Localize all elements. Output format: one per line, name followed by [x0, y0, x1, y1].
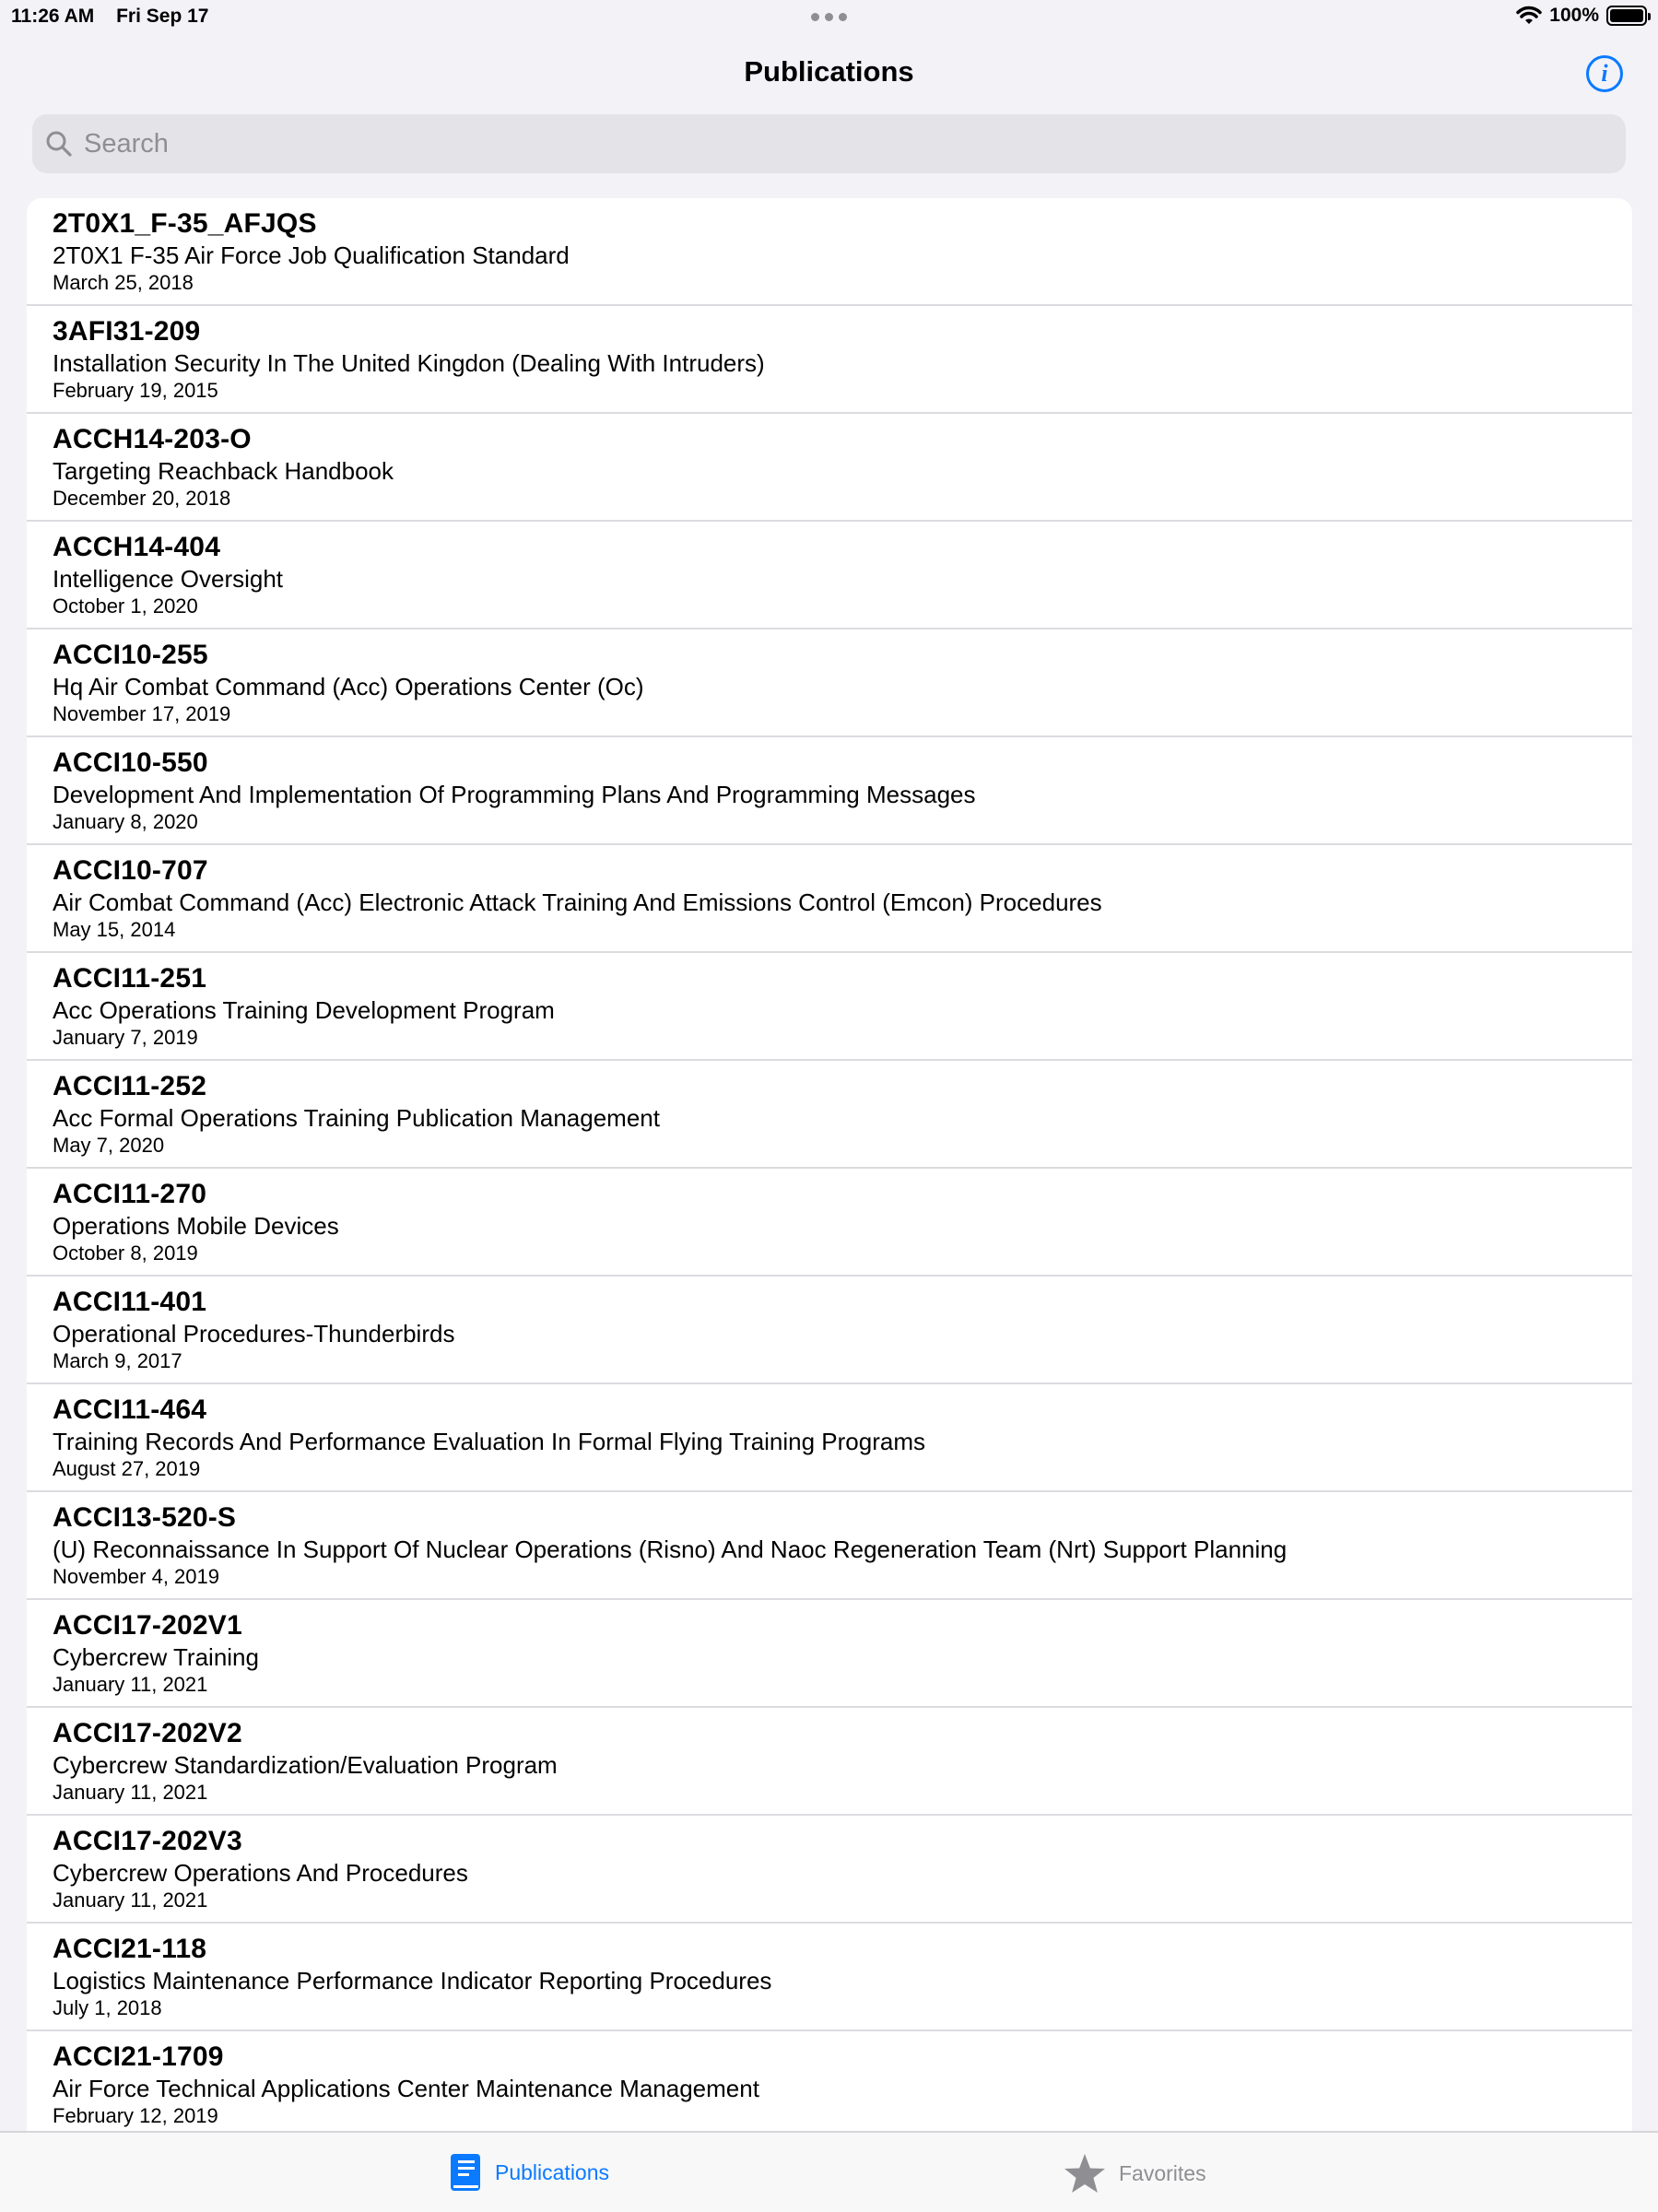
publication-code: ACCH14-404 — [53, 532, 221, 562]
tab-publications-label: Publications — [495, 2159, 610, 2184]
publication-code: ACCI13-520-S — [53, 1502, 237, 1533]
status-time: 11:26 AM — [11, 6, 95, 27]
publication-date: January 11, 2021 — [53, 1888, 208, 1912]
list-item[interactable]: ACCI21-118 Logistics Maintenance Performa… — [27, 1924, 1632, 2031]
info-icon: i — [1601, 60, 1608, 87]
search-icon — [46, 131, 72, 157]
publication-date: May 7, 2020 — [53, 1134, 165, 1157]
publication-title: Installation Security In The United King… — [53, 349, 765, 377]
battery-percent: 100% — [1549, 5, 1599, 26]
publication-date: August 27, 2019 — [53, 1457, 201, 1480]
list-item[interactable]: ACCI13-520-S (U) Reconnaissance In Suppor… — [27, 1492, 1632, 1600]
star-icon — [1064, 2154, 1105, 2193]
publications-list[interactable]: 2T0X1_F-35_AFJQS 2T0X1 F-35 Air Force Job… — [27, 198, 1632, 2131]
search-bar[interactable] — [32, 114, 1626, 173]
list-item[interactable]: 3AFI31-209 Installation Security In The U… — [27, 306, 1632, 414]
list-item[interactable]: ACCI10-550 Development And Implementation… — [27, 737, 1632, 845]
publication-code: ACCI11-464 — [53, 1394, 207, 1425]
publication-title: Cybercrew Operations And Procedures — [53, 1859, 468, 1887]
status-right: 100% — [1516, 5, 1651, 27]
publication-date: November 17, 2019 — [53, 702, 231, 725]
publication-code: ACCI10-550 — [53, 747, 208, 778]
publication-code: ACCI10-255 — [53, 640, 208, 670]
publication-code: ACCI21-118 — [53, 1934, 207, 1964]
publication-title: Operations Mobile Devices — [53, 1212, 339, 1240]
search-input[interactable] — [84, 128, 1558, 159]
list-item[interactable]: ACCI17-202V2 Cybercrew Standardization/Ev… — [27, 1708, 1632, 1816]
status-bar: 11:26 AM Fri Sep 17 100% — [0, 0, 1658, 35]
publication-title: Hq Air Combat Command (Acc) Operations C… — [53, 673, 644, 700]
publication-code: ACCI11-251 — [53, 963, 207, 994]
publication-title: (U) Reconnaissance In Support Of Nuclear… — [53, 1535, 1288, 1563]
publication-title: Air Combat Command (Acc) Electronic Atta… — [53, 888, 1102, 916]
status-left: 11:26 AM Fri Sep 17 — [11, 6, 226, 28]
publication-date: November 4, 2019 — [53, 1565, 219, 1588]
publication-date: January 11, 2021 — [53, 1781, 208, 1804]
list-item[interactable]: ACCI11-251 Acc Operations Training Develo… — [27, 953, 1632, 1061]
page-title: Publications — [744, 55, 914, 88]
list-item[interactable]: ACCI11-252 Acc Formal Operations Training… — [27, 1061, 1632, 1169]
publication-date: May 15, 2014 — [53, 918, 176, 941]
publication-title: Intelligence Oversight — [53, 565, 284, 593]
publication-title: Logistics Maintenance Performance Indica… — [53, 1967, 772, 1994]
list-item[interactable]: ACCI17-202V1 Cybercrew Training January 11… — [27, 1600, 1632, 1708]
publication-code: ACCI11-252 — [53, 1071, 207, 1101]
publication-title: Air Force Technical Applications Center … — [53, 2075, 759, 2102]
tab-publications[interactable]: Publications — [449, 2153, 609, 2192]
publication-date: July 1, 2018 — [53, 1996, 162, 2019]
publication-title: Operational Procedures-Thunderbirds — [53, 1320, 455, 1347]
publication-date: January 8, 2020 — [53, 810, 198, 833]
battery-icon — [1606, 6, 1651, 26]
list-item[interactable]: ACCI11-464 Training Records And Performan… — [27, 1384, 1632, 1492]
list-item[interactable]: ACCI10-255 Hq Air Combat Command (Acc) Op… — [27, 629, 1632, 737]
status-date: Fri Sep 17 — [116, 6, 209, 27]
publication-code: ACCI11-401 — [53, 1287, 207, 1317]
publication-code: ACCI17-202V2 — [53, 1718, 242, 1748]
publication-date: January 11, 2021 — [53, 1673, 208, 1696]
list-item[interactable]: ACCH14-404 Intelligence Oversight October … — [27, 522, 1632, 629]
multitasking-dots-icon[interactable] — [811, 13, 847, 21]
publication-date: January 7, 2019 — [53, 1026, 198, 1049]
publication-title: Cybercrew Standardization/Evaluation Pro… — [53, 1751, 558, 1779]
list-item[interactable]: ACCI11-401 Operational Procedures-Thunder… — [27, 1277, 1632, 1384]
publication-title: Acc Operations Training Development Prog… — [53, 996, 555, 1024]
publication-code: ACCH14-203-O — [53, 424, 252, 454]
publication-date: March 25, 2018 — [53, 271, 194, 294]
publication-date: October 1, 2020 — [53, 594, 198, 618]
publication-date: December 20, 2018 — [53, 487, 231, 510]
publication-code: 2T0X1_F-35_AFJQS — [53, 208, 317, 239]
tab-favorites[interactable]: Favorites — [1064, 2153, 1206, 2194]
list-item[interactable]: ACCI21-1709 Air Force Technical Applicati… — [27, 2031, 1632, 2131]
list-item[interactable]: ACCI17-202V3 Cybercrew Operations And Pro… — [27, 1816, 1632, 1924]
publication-code: ACCI21-1709 — [53, 2041, 224, 2072]
publication-code: 3AFI31-209 — [53, 316, 201, 347]
list-item[interactable]: ACCI11-270 Operations Mobile Devices Octob… — [27, 1169, 1632, 1277]
publication-date: October 8, 2019 — [53, 1241, 198, 1265]
info-button[interactable]: i — [1586, 55, 1623, 92]
publication-date: March 9, 2017 — [53, 1349, 182, 1372]
list-item[interactable]: ACCI10-707 Air Combat Command (Acc) Elect… — [27, 845, 1632, 953]
publication-code: ACCI11-270 — [53, 1179, 207, 1209]
list-item[interactable]: ACCH14-203-O Targeting Reachback Handbook… — [27, 414, 1632, 522]
publication-date: February 12, 2019 — [53, 2104, 218, 2127]
publication-title: Cybercrew Training — [53, 1643, 259, 1671]
wifi-icon — [1516, 6, 1543, 24]
publication-title: Acc Formal Operations Training Publicati… — [53, 1104, 660, 1132]
publication-title: Development And Implementation Of Progra… — [53, 781, 976, 808]
publication-title: Training Records And Performance Evaluat… — [53, 1428, 926, 1455]
list-item[interactable]: 2T0X1_F-35_AFJQS 2T0X1 F-35 Air Force Job… — [27, 198, 1632, 306]
tab-bar: Publications Favorites — [0, 2131, 1658, 2212]
publication-title: Targeting Reachback Handbook — [53, 457, 394, 485]
tab-favorites-label: Favorites — [1119, 2160, 1206, 2185]
publication-code: ACCI17-202V3 — [53, 1826, 242, 1856]
publication-title: 2T0X1 F-35 Air Force Job Qualification S… — [53, 241, 570, 269]
publication-code: ACCI10-707 — [53, 855, 208, 886]
publication-date: February 19, 2015 — [53, 379, 218, 402]
publication-code: ACCI17-202V1 — [53, 1610, 242, 1641]
book-icon — [451, 2154, 480, 2191]
